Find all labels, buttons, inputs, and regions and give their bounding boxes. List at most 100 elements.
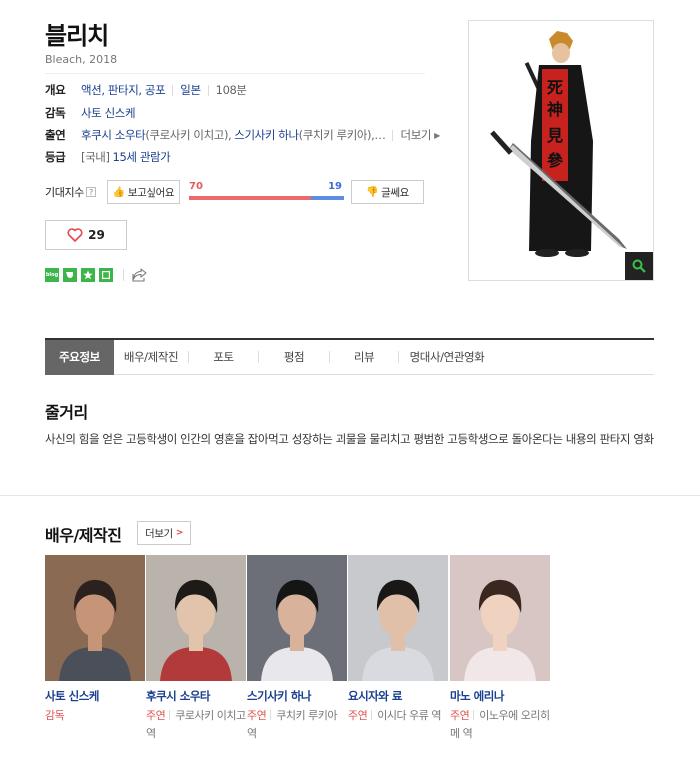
separator	[169, 710, 171, 720]
section-divider	[0, 495, 700, 496]
separator	[207, 84, 209, 96]
cast-character: 이시다 우류 역	[377, 709, 441, 722]
cast-label: 출연	[45, 128, 66, 142]
expectation-label-text: 기대지수	[45, 186, 84, 199]
genres-link[interactable]: 액션, 판타지, 공포	[81, 82, 166, 98]
cast-kind: 주연	[450, 709, 470, 722]
cast-more-button[interactable]: 더보기 >	[137, 521, 191, 545]
cast-role: 주연 쿠치키 루키아 역	[247, 707, 347, 743]
expectation-label: 기대지수?	[45, 184, 96, 200]
movie-poster[interactable]: 死 神 見 參	[468, 20, 654, 281]
cast-name[interactable]: 사토 신스케	[45, 688, 145, 704]
separator	[391, 129, 393, 141]
not-sure-button[interactable]: 👎 글쎄요	[351, 180, 424, 204]
cast-card[interactable]: 사토 신스케감독	[45, 555, 145, 725]
cast-role: 감독	[45, 707, 145, 725]
expectation-bar: 70 19	[189, 180, 344, 204]
keep-share-icon[interactable]	[99, 268, 113, 282]
cast-photo[interactable]	[450, 555, 550, 681]
chevron-right-icon: >	[175, 528, 184, 538]
poster-image: 死 神 見 參	[469, 21, 653, 280]
like-count: 29	[88, 228, 105, 242]
cast-role: 주연 이시다 우류 역	[348, 707, 448, 725]
heart-icon	[67, 228, 83, 242]
dislike-bar-fill	[310, 196, 344, 200]
cast-photo[interactable]	[247, 555, 347, 681]
cast-1-role: (쿠로사키 이치고),	[145, 128, 232, 142]
tab-bar: 주요정보 배우/제작진 포토 평점 리뷰 명대사/연관영화	[45, 338, 654, 375]
info-row-director: 감독 사토 신스케	[45, 104, 136, 122]
tab-rating[interactable]: 평점	[259, 340, 329, 375]
tab-photo[interactable]: 포토	[189, 340, 258, 375]
cast-card[interactable]: 스기사키 하나주연 쿠치키 루키아 역	[247, 555, 347, 743]
help-icon[interactable]: ?	[85, 187, 96, 197]
separator	[172, 84, 174, 96]
bookmark-share-icon[interactable]	[81, 268, 95, 282]
dislike-button-label: 글쎄요	[381, 186, 409, 199]
overview-label: 개요	[45, 83, 66, 97]
cast-2-link[interactable]: 스기사키 하나	[234, 127, 299, 143]
more-label: 더보기	[145, 527, 173, 540]
director-link[interactable]: 사토 신스케	[81, 105, 136, 121]
square-icon	[102, 271, 110, 279]
tab-review[interactable]: 리뷰	[330, 340, 398, 375]
director-label: 감독	[45, 106, 66, 120]
cast-role: 주연 이노우에 오리히메 역	[450, 707, 550, 743]
cast-card[interactable]: 요시자와 료주연 이시다 우류 역	[348, 555, 448, 725]
like-button[interactable]: 29	[45, 220, 127, 250]
svg-text:神: 神	[547, 100, 563, 119]
synopsis-text: 사신의 힘을 얻은 고등학생이 인간의 영혼을 잡아먹고 성장하는 괴물을 물리…	[45, 432, 654, 446]
movie-title: 블리치	[45, 22, 109, 50]
poster-text: 死	[547, 78, 563, 97]
want-to-see-button[interactable]: 👍 보고싶어요	[107, 180, 180, 204]
cast-photo[interactable]	[348, 555, 448, 681]
zoom-button[interactable]	[625, 252, 653, 280]
cast-kind: 감독	[45, 709, 65, 722]
separator	[123, 269, 124, 281]
blog-label: blog	[45, 272, 59, 278]
want-count: 70	[189, 181, 203, 192]
info-row-cast: 출연 후쿠시 소우타 (쿠로사키 이치고), 스기사키 하나 (쿠치키 루키아)…	[45, 126, 440, 144]
cast-kind: 주연	[348, 709, 368, 722]
tab-main-info[interactable]: 주요정보	[45, 339, 114, 375]
tab-quotes-related[interactable]: 명대사/연관영화	[399, 340, 495, 375]
separator	[270, 710, 272, 720]
separator	[473, 710, 475, 720]
chevron-right-icon: ▶	[434, 130, 440, 140]
share-bar: blog	[45, 268, 147, 282]
separator	[371, 710, 373, 720]
more-label: 더보기	[400, 128, 432, 142]
cast-1-link[interactable]: 후쿠시 소우타	[81, 127, 146, 143]
info-row-overview: 개요 액션, 판타지, 공포 일본 108분	[45, 81, 247, 99]
cast-card[interactable]: 마노 에리나주연 이노우에 오리히메 역	[450, 555, 550, 743]
cast-photo[interactable]	[45, 555, 145, 681]
info-row-rating: 등급 [국내] 15세 관람가	[45, 148, 171, 166]
country-link[interactable]: 일본	[180, 82, 201, 98]
cast-more-link[interactable]: 더보기 ▶	[400, 127, 441, 143]
cup-icon	[66, 272, 73, 278]
cast-role: 주연 쿠로사키 이치고 역	[146, 707, 246, 743]
cast-name[interactable]: 요시자와 료	[348, 688, 448, 704]
dislike-count: 19	[328, 181, 342, 192]
cast-kind: 주연	[247, 709, 267, 722]
tab-cast-crew[interactable]: 배우/제작진	[114, 340, 188, 375]
cast-photo[interactable]	[146, 555, 246, 681]
rating-label: 등급	[45, 150, 66, 164]
cast-heading: 배우/제작진	[45, 526, 122, 545]
cast-card[interactable]: 후쿠시 소우타주연 쿠로사키 이치고 역	[146, 555, 246, 743]
want-button-label: 보고싶어요	[127, 186, 175, 199]
runtime: 108분	[215, 83, 247, 97]
cast-name[interactable]: 후쿠시 소우타	[146, 688, 246, 704]
star-icon	[83, 270, 93, 280]
cast-kind: 주연	[146, 709, 166, 722]
cafe-share-icon[interactable]	[63, 268, 77, 282]
cast-2-role: (쿠치키 루키아),…	[298, 128, 386, 142]
share-icon[interactable]	[132, 268, 147, 282]
want-bar-fill	[189, 196, 311, 200]
cast-name[interactable]: 스기사키 하나	[247, 688, 347, 704]
thumbs-up-icon: 👍	[112, 186, 125, 198]
svg-text:參: 參	[547, 151, 564, 170]
rating-link[interactable]: 15세 관람가	[113, 149, 171, 165]
blog-share-icon[interactable]: blog	[45, 268, 59, 282]
cast-name[interactable]: 마노 에리나	[450, 688, 550, 704]
